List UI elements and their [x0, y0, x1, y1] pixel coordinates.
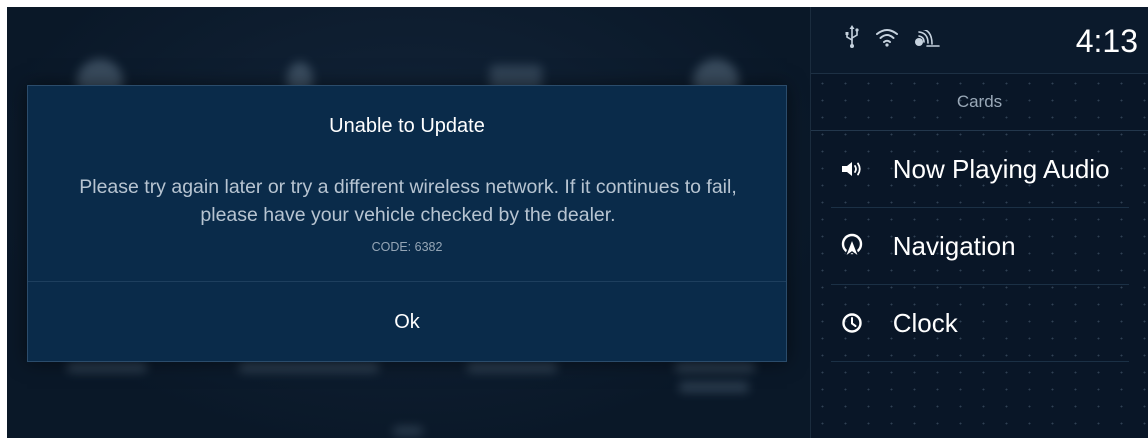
card-now-playing-audio[interactable]: Now Playing Audio: [811, 131, 1148, 207]
status-bar: 4:13: [811, 7, 1148, 74]
blurred-app-label: [239, 362, 379, 372]
blurred-app-label: [679, 382, 749, 392]
blurred-app-label: [467, 362, 557, 372]
blurred-app-label: [67, 362, 147, 372]
blurred-page-indicator: [393, 427, 423, 435]
card-label: Now Playing Audio: [892, 153, 1110, 184]
dialog-message: Please try again later or try a differen…: [79, 176, 737, 226]
cards-header: Cards: [956, 92, 1003, 111]
speaker-icon: [811, 160, 893, 178]
card-divider: [831, 361, 1129, 362]
cards-panel: 4:13 Cards Now Playing Audio Navigation …: [810, 7, 1148, 438]
status-clock: 4:13: [1075, 23, 1138, 59]
error-code: CODE: 6382: [371, 240, 443, 254]
dialog-title: Unable to Update: [329, 115, 485, 137]
clock-icon: [811, 312, 893, 334]
navigation-icon: [811, 233, 893, 259]
usb-icon: [845, 25, 859, 54]
home-screen-background: Unable to Update Please try again later …: [7, 7, 810, 438]
card-label: Clock: [892, 307, 958, 338]
ok-button[interactable]: Ok: [28, 282, 786, 362]
card-navigation[interactable]: Navigation: [811, 208, 1148, 284]
wifi-icon: [875, 27, 899, 52]
infotainment-screen: Unable to Update Please try again later …: [7, 7, 1148, 438]
update-error-dialog: Unable to Update Please try again later …: [27, 85, 787, 362]
connected-services-icon: [914, 28, 940, 53]
card-clock[interactable]: Clock: [811, 285, 1148, 361]
blurred-app-label: [675, 362, 755, 372]
card-label: Navigation: [892, 230, 1016, 261]
